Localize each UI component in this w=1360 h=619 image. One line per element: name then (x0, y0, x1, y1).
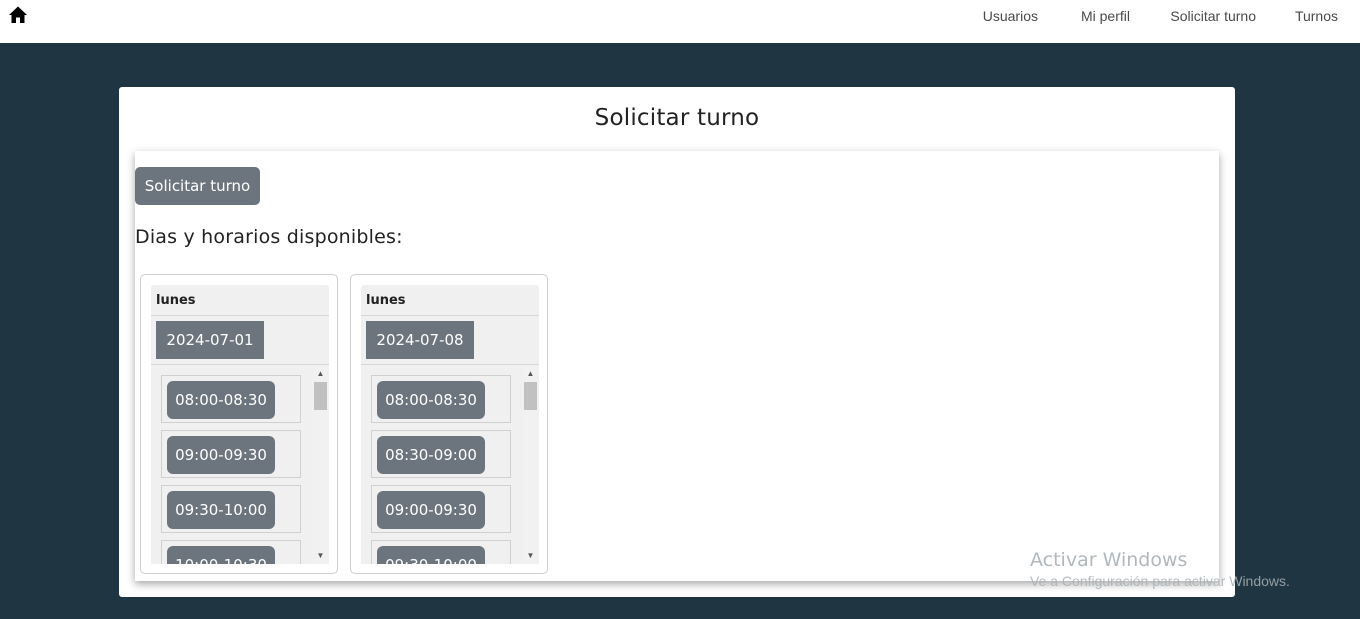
day-name: lunes (366, 293, 406, 308)
main-card: Solicitar turno Solicitar turno Dias y h… (119, 87, 1235, 597)
time-slot-button[interactable]: 10:00-10:30 (167, 546, 275, 564)
time-slot-list: 08:00-08:30 09:00-09:30 09:30-10:00 10:0… (151, 365, 329, 564)
time-slot: 08:00-08:30 (371, 375, 511, 423)
time-slot-button[interactable]: 08:30-09:00 (377, 436, 485, 474)
scroll-down-arrow-icon[interactable]: ▼ (312, 547, 329, 564)
time-slot-button[interactable]: 09:00-09:30 (377, 491, 485, 529)
time-slot: 09:00-09:30 (161, 430, 301, 478)
scroll-thumb[interactable] (524, 382, 537, 410)
scroll-thumb[interactable] (314, 382, 327, 410)
time-slot-button[interactable]: 09:00-09:30 (167, 436, 275, 474)
day-card: lunes 2024-07-08 08:00-08:30 08:30-09:00… (350, 274, 548, 574)
scroll-up-arrow-icon[interactable]: ▲ (312, 365, 329, 382)
nav-link-turnos[interactable]: Turnos (1295, 8, 1338, 24)
time-slot-button[interactable]: 09:30-10:00 (377, 546, 485, 564)
solicitar-turno-button[interactable]: Solicitar turno (135, 167, 260, 205)
time-slot: 09:30-10:00 (161, 485, 301, 533)
day-header: lunes (361, 285, 539, 316)
time-slot: 08:30-09:00 (371, 430, 511, 478)
section-heading: Dias y horarios disponibles: (135, 226, 403, 248)
scroll-up-arrow-icon[interactable]: ▲ (522, 365, 539, 382)
date-row: 2024-07-08 (361, 316, 539, 365)
time-slot: 09:00-09:30 (371, 485, 511, 533)
home-icon[interactable] (8, 5, 28, 25)
date-button[interactable]: 2024-07-08 (366, 321, 474, 359)
time-slot-list: 08:00-08:30 08:30-09:00 09:00-09:30 09:3… (361, 365, 539, 564)
time-slot: 10:00-10:30 (161, 540, 301, 564)
time-slot-button[interactable]: 08:00-08:30 (377, 381, 485, 419)
scrollbar[interactable]: ▲ ▼ (312, 365, 329, 564)
page-title: Solicitar turno (594, 105, 760, 131)
scrollbar[interactable]: ▲ ▼ (522, 365, 539, 564)
time-slot-button[interactable]: 09:30-10:00 (167, 491, 275, 529)
date-button[interactable]: 2024-07-01 (156, 321, 264, 359)
time-slot: 08:00-08:30 (161, 375, 301, 423)
date-row: 2024-07-01 (151, 316, 329, 365)
scroll-down-arrow-icon[interactable]: ▼ (522, 547, 539, 564)
time-slot: 09:30-10:00 (371, 540, 511, 564)
nav-link-usuarios[interactable]: Usuarios (983, 8, 1038, 24)
top-navbar: Usuarios Mi perfil Solicitar turno Turno… (0, 0, 1360, 43)
day-header: lunes (151, 285, 329, 316)
day-name: lunes (156, 293, 196, 308)
time-slot-button[interactable]: 08:00-08:30 (167, 381, 275, 419)
request-panel: Solicitar turno Dias y horarios disponib… (135, 151, 1219, 581)
day-card: lunes 2024-07-01 08:00-08:30 09:00-09:30… (140, 274, 338, 574)
nav-link-mi-perfil[interactable]: Mi perfil (1081, 8, 1130, 24)
nav-link-solicitar-turno[interactable]: Solicitar turno (1170, 8, 1256, 24)
